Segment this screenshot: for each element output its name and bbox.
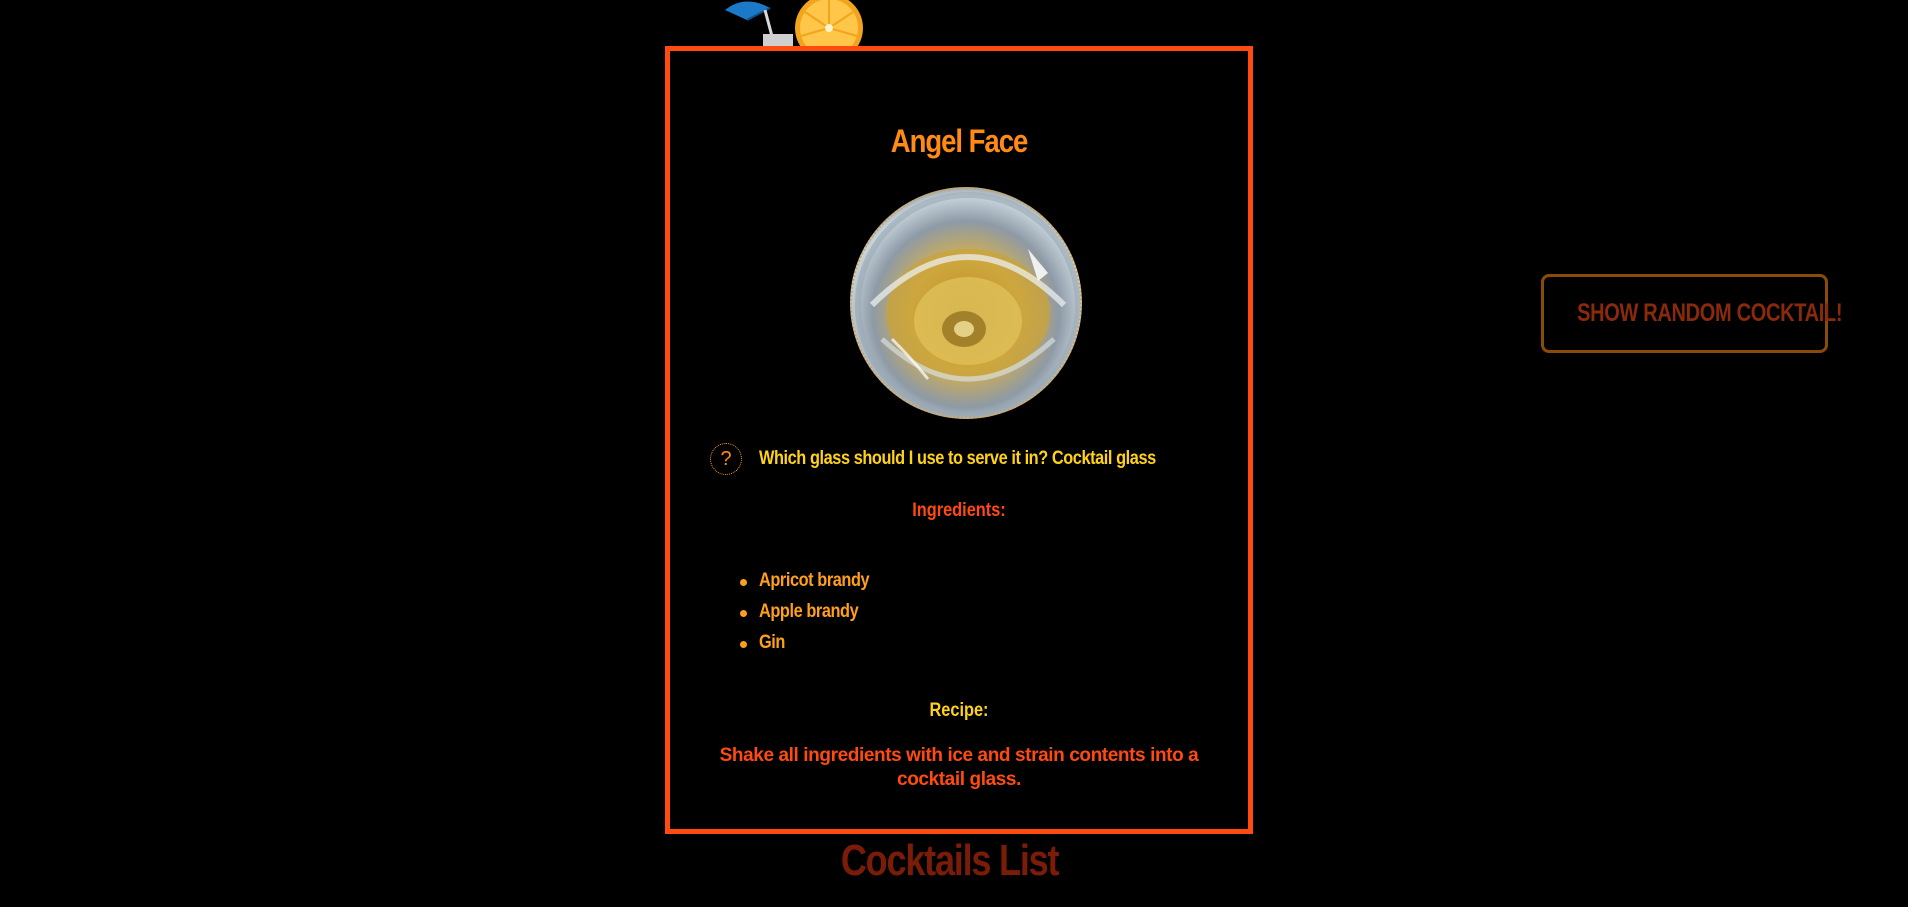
cocktail-glass-photo: [850, 187, 1082, 419]
list-item: Apple brandy: [740, 601, 887, 632]
list-title-text: Cocktails List: [841, 836, 1060, 885]
question-mark-icon[interactable]: ?: [710, 443, 742, 475]
cocktails-list-heading: Cocktails List: [750, 836, 1150, 886]
recipe-text: Shake all ingredients with ice and strai…: [719, 745, 1199, 790]
random-button-label: SHOW RANDOM COCKTAIL!: [1577, 299, 1843, 327]
show-random-cocktail-button[interactable]: SHOW RANDOM COCKTAIL!: [1541, 274, 1843, 353]
bullet: [740, 579, 747, 586]
bullet: [740, 610, 747, 617]
bullet: [740, 641, 747, 648]
glass-recommendation: Which glass should I use to serve it in?…: [759, 448, 1156, 469]
cocktail-name: Angel Face: [890, 123, 1029, 159]
ingredients-heading: Ingredients:: [912, 500, 1006, 521]
ingredient-label: Apricot brandy: [759, 570, 870, 591]
list-item: Gin: [740, 632, 887, 663]
list-item: Apricot brandy: [740, 570, 887, 601]
ingredients-list: Apricot brandy Apple brandy Gin: [740, 570, 887, 663]
cocktail-card: Angel Face ? Which glass should I use to…: [665, 46, 1253, 834]
ingredient-label: Gin: [759, 632, 785, 653]
cocktail-umbrella-orange-slice-icon: [725, 0, 865, 48]
ingredient-label: Apple brandy: [759, 601, 859, 622]
recipe-heading: Recipe:: [929, 700, 989, 721]
page: Angel Face ? Which glass should I use to…: [0, 0, 1908, 907]
